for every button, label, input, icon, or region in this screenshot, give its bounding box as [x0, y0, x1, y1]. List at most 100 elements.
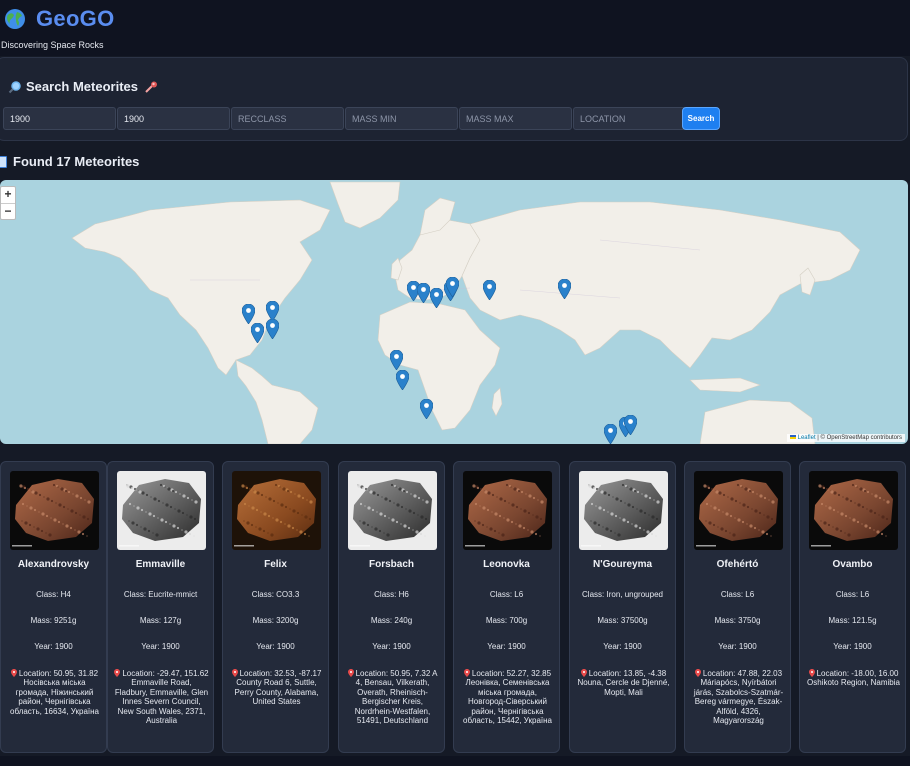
- meteorite-location: Location: 47.88, 22.03 Máriapócs, Nyírbá…: [691, 669, 786, 725]
- map-marker-icon[interactable]: [265, 319, 279, 339]
- meteorite-class: Class: CO3.3: [251, 590, 300, 599]
- recclass-input[interactable]: [231, 107, 344, 130]
- map-marker-icon[interactable]: [416, 283, 430, 303]
- app-logo[interactable]: GeoGO: [36, 6, 115, 32]
- meteorite-location-text: Location: 50.95, 31.82 Носівська міська …: [10, 669, 99, 716]
- meteorite-class: Class: Iron, ungrouped: [582, 590, 663, 599]
- pin-icon: [231, 669, 238, 677]
- meteorite-map[interactable]: Leaflet | © OpenStreetMap contributors: [0, 180, 908, 444]
- meteorite-mass: Mass: 3750g: [714, 616, 761, 625]
- location-input[interactable]: [573, 107, 686, 130]
- book-icon: [0, 155, 7, 168]
- meteorite-image: [579, 471, 668, 550]
- map-marker-icon[interactable]: [429, 288, 443, 308]
- meteorite-mass: Mass: 37500g: [597, 616, 648, 625]
- ukraine-flag-icon: [789, 435, 796, 439]
- meteorite-image: [10, 471, 99, 550]
- pin-icon: [347, 669, 354, 677]
- meteorite-mass: Mass: 9251g: [30, 616, 77, 625]
- year-from-input[interactable]: [3, 107, 116, 130]
- meteorite-mass: Mass: 127g: [139, 616, 182, 625]
- pin-icon: [580, 669, 587, 677]
- meteorite-location-text: Location: 13.85, -4.38 Nouna, Cercle de …: [577, 669, 670, 697]
- meteorite-year: Year: 1900: [487, 642, 526, 651]
- meteorite-location-text: Location: 50.95, 7.32 A 4, Bensau, Vilke…: [354, 669, 438, 726]
- meteorite-location-text: Location: -29.47, 151.62 Emmaville Road,…: [114, 669, 209, 726]
- search-title: Search Meteorites: [8, 79, 158, 94]
- meteorite-name: Ofehértó: [716, 559, 759, 570]
- meteorite-class: Class: L6: [835, 590, 870, 599]
- pin-icon: [694, 669, 701, 677]
- meteorite-class: Class: L6: [489, 590, 524, 599]
- search-inputs: [3, 107, 686, 130]
- meteorite-image: [809, 471, 898, 550]
- meteorite-card[interactable]: Forsbach Class: H6 Mass: 240g Year: 1900…: [338, 461, 445, 753]
- meteorite-location: Location: -18.00, 16.00 Oshikoto Region,…: [806, 669, 901, 688]
- map-marker-icon[interactable]: [250, 323, 264, 343]
- world-map-land: [71, 181, 861, 444]
- meteorite-class: Class: H6: [374, 590, 409, 599]
- pin-icon: [463, 669, 470, 677]
- meteorite-year: Year: 1900: [141, 642, 180, 651]
- magnifier-icon: [8, 80, 21, 93]
- comet-icon: [145, 81, 157, 93]
- meteorite-image: [117, 471, 206, 550]
- bottom-bar: [0, 756, 910, 766]
- osm-attribution: | © OpenStreetMap contributors: [815, 435, 902, 441]
- meteorite-card[interactable]: Ofehértó Class: L6 Mass: 3750g Year: 190…: [684, 461, 791, 753]
- globe-icon: [5, 9, 25, 29]
- meteorite-cards: Alexandrovsky Class: H4 Mass: 9251g Year…: [0, 461, 910, 753]
- meteorite-card[interactable]: Leonovka Class: L6 Mass: 700g Year: 1900…: [453, 461, 560, 753]
- meteorite-year: Year: 1900: [256, 642, 295, 651]
- leaflet-link[interactable]: Leaflet: [798, 435, 816, 441]
- map-marker-icon[interactable]: [482, 280, 496, 300]
- map-marker-icon[interactable]: [419, 399, 433, 419]
- map-marker-icon[interactable]: [603, 424, 617, 444]
- meteorite-image: [694, 471, 783, 550]
- meteorite-year: Year: 1900: [603, 642, 642, 651]
- meteorite-card[interactable]: Emmaville Class: Eucrite-mmict Mass: 127…: [107, 461, 214, 753]
- meteorite-year: Year: 1900: [34, 642, 73, 651]
- zoom-control: + −: [0, 186, 16, 220]
- map-marker-icon[interactable]: [241, 304, 255, 324]
- map-marker-icon[interactable]: [389, 350, 403, 370]
- mass-min-input[interactable]: [345, 107, 458, 130]
- meteorite-name: Alexandrovsky: [17, 559, 90, 570]
- zoom-in-button[interactable]: +: [1, 187, 15, 203]
- meteorite-name: Leonovka: [483, 559, 530, 570]
- map-marker-icon[interactable]: [557, 279, 571, 299]
- meteorite-card[interactable]: N'Goureyma Class: Iron, ungrouped Mass: …: [569, 461, 676, 753]
- meteorite-card[interactable]: Alexandrovsky Class: H4 Mass: 9251g Year…: [0, 461, 107, 753]
- year-to-input[interactable]: [117, 107, 230, 130]
- meteorite-name: Emmaville: [135, 559, 186, 570]
- meteorite-class: Class: L6: [720, 590, 755, 599]
- meteorite-year: Year: 1900: [833, 642, 872, 651]
- pin-icon: [114, 669, 121, 677]
- meteorite-location: Location: 52.27, 32.85 Леонівка, Семенів…: [460, 669, 555, 725]
- meteorite-mass: Mass: 240g: [370, 616, 413, 625]
- map-marker-icon[interactable]: [265, 301, 279, 321]
- meteorite-location-text: Location: -18.00, 16.00 Oshikoto Region,…: [807, 669, 900, 688]
- meteorite-name: Felix: [264, 559, 287, 570]
- map-marker-icon[interactable]: [623, 415, 637, 435]
- search-button[interactable]: Search: [682, 107, 720, 130]
- meteorite-year: Year: 1900: [718, 642, 757, 651]
- meteorite-card[interactable]: Ovambo Class: L6 Mass: 121.5g Year: 1900…: [799, 461, 906, 753]
- map-marker-icon[interactable]: [395, 370, 409, 390]
- map-attribution: Leaflet | © OpenStreetMap contributors: [786, 434, 905, 442]
- results-count: Found 17 Meteorites: [13, 154, 140, 169]
- map-marker-icon[interactable]: [445, 277, 459, 297]
- meteorite-name: Ovambo: [832, 559, 873, 570]
- meteorite-location: Location: 50.95, 7.32 A 4, Bensau, Vilke…: [345, 669, 440, 725]
- meteorite-mass: Mass: 121.5g: [828, 616, 877, 625]
- meteorite-location-text: Location: 47.88, 22.03 Máriapócs, Nyírbá…: [693, 669, 784, 726]
- meteorite-name: N'Goureyma: [592, 559, 653, 570]
- mass-max-input[interactable]: [459, 107, 572, 130]
- meteorite-card[interactable]: Felix Class: CO3.3 Mass: 3200g Year: 190…: [222, 461, 329, 753]
- zoom-out-button[interactable]: −: [1, 203, 15, 219]
- search-title-text: Search Meteorites: [26, 79, 138, 94]
- meteorite-location: Location: 13.85, -4.38 Nouna, Cercle de …: [576, 669, 671, 697]
- meteorite-class: Class: Eucrite-mmict: [123, 590, 198, 599]
- meteorite-mass: Mass: 700g: [485, 616, 528, 625]
- meteorite-name: Forsbach: [368, 559, 414, 570]
